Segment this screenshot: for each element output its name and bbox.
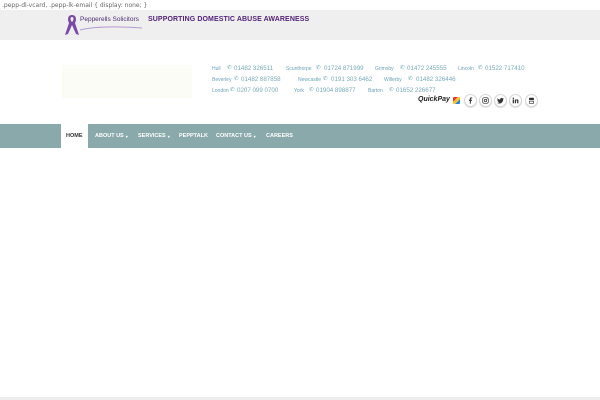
nav-label: CONTACT US [216, 133, 252, 139]
chevron-down-icon: ▾ [253, 133, 256, 139]
twitter-icon[interactable] [494, 94, 507, 107]
payment-card-icon [453, 97, 460, 104]
nav-home[interactable]: HOME [61, 124, 88, 148]
awareness-banner: Pepperells Solicitors SUPPORTING DOMESTI… [0, 10, 600, 40]
phone-icon: ✆ [316, 65, 321, 71]
nav-label: CAREERS [266, 133, 293, 139]
main-navigation: HOME ABOUT US ▾ SERVICES ▾ PEPPTALK CONT… [0, 124, 600, 148]
nav-careers[interactable]: CAREERS [266, 124, 293, 148]
office-city: Grimsby [375, 66, 394, 72]
phone-icon: ✆ [234, 76, 239, 82]
office-phone[interactable]: 01482 326511 [234, 65, 273, 72]
office-city: Barton [368, 88, 383, 94]
nav-label: HOME [66, 133, 83, 139]
chevron-down-icon: ▾ [125, 133, 128, 139]
purple-ribbon-icon [65, 15, 79, 35]
nav-label: SERVICES [138, 133, 166, 139]
office-city: London [212, 88, 229, 94]
phone-icon: ✆ [400, 65, 405, 71]
nav-about-us[interactable]: ABOUT US ▾ [95, 124, 128, 148]
leaked-css-text: .pepp-dl-vcard, .pepp-lk-email { display… [2, 2, 148, 9]
phone-icon: ✆ [478, 65, 483, 71]
quickpay-link[interactable]: QuickPay [418, 96, 450, 103]
instagram-icon[interactable] [479, 94, 492, 107]
facebook-icon[interactable] [464, 94, 477, 107]
phone-icon: ✆ [323, 76, 328, 82]
phone-icon: ✆ [408, 76, 413, 82]
chevron-down-icon: ▾ [167, 133, 170, 139]
office-city: Newcastle [298, 77, 322, 83]
office-phone[interactable]: 01472 245555 [407, 65, 447, 72]
phone-icon: ✆ [389, 87, 394, 93]
nav-label: PEPPTALK [179, 133, 208, 139]
office-phone[interactable]: 01724 871999 [324, 65, 364, 72]
office-phone[interactable]: 01652 226677 [396, 87, 436, 94]
linkedin-icon[interactable] [509, 94, 522, 107]
office-phone[interactable]: 0207 099 0700 [237, 87, 278, 94]
office-city: Willerby [384, 77, 402, 83]
nav-pepptalk[interactable]: PEPPTALK [179, 124, 208, 148]
office-phone[interactable]: 01482 326446 [416, 76, 456, 83]
phone-icon: ✆ [230, 87, 235, 93]
youtube-icon[interactable] [525, 94, 538, 107]
nav-contact-us[interactable]: CONTACT US ▾ [216, 124, 256, 148]
office-city: Beverley [212, 77, 232, 83]
office-city: Lincoln [458, 66, 474, 72]
nav-services[interactable]: SERVICES ▾ [138, 124, 170, 148]
office-phone[interactable]: 01522 717410 [485, 65, 525, 72]
awareness-tagline: SUPPORTING DOMESTIC ABUSE AWARENESS [148, 16, 310, 23]
nav-label: ABOUT US [95, 133, 124, 139]
office-phone[interactable]: 01482 887858 [241, 76, 281, 83]
office-phone[interactable]: 01904 898877 [316, 87, 356, 94]
phone-icon: ✆ [227, 65, 232, 71]
logo-swoosh [80, 26, 142, 31]
pepperells-logo-text[interactable]: Pepperells Solicitors [80, 16, 139, 23]
office-city: Scunthorpe [286, 66, 312, 72]
phone-icon: ✆ [309, 87, 314, 93]
office-phone[interactable]: 0191 303 6462 [331, 76, 372, 83]
office-city: Hull [212, 66, 221, 72]
logo-placeholder[interactable] [62, 65, 192, 98]
office-city: York [294, 88, 304, 94]
